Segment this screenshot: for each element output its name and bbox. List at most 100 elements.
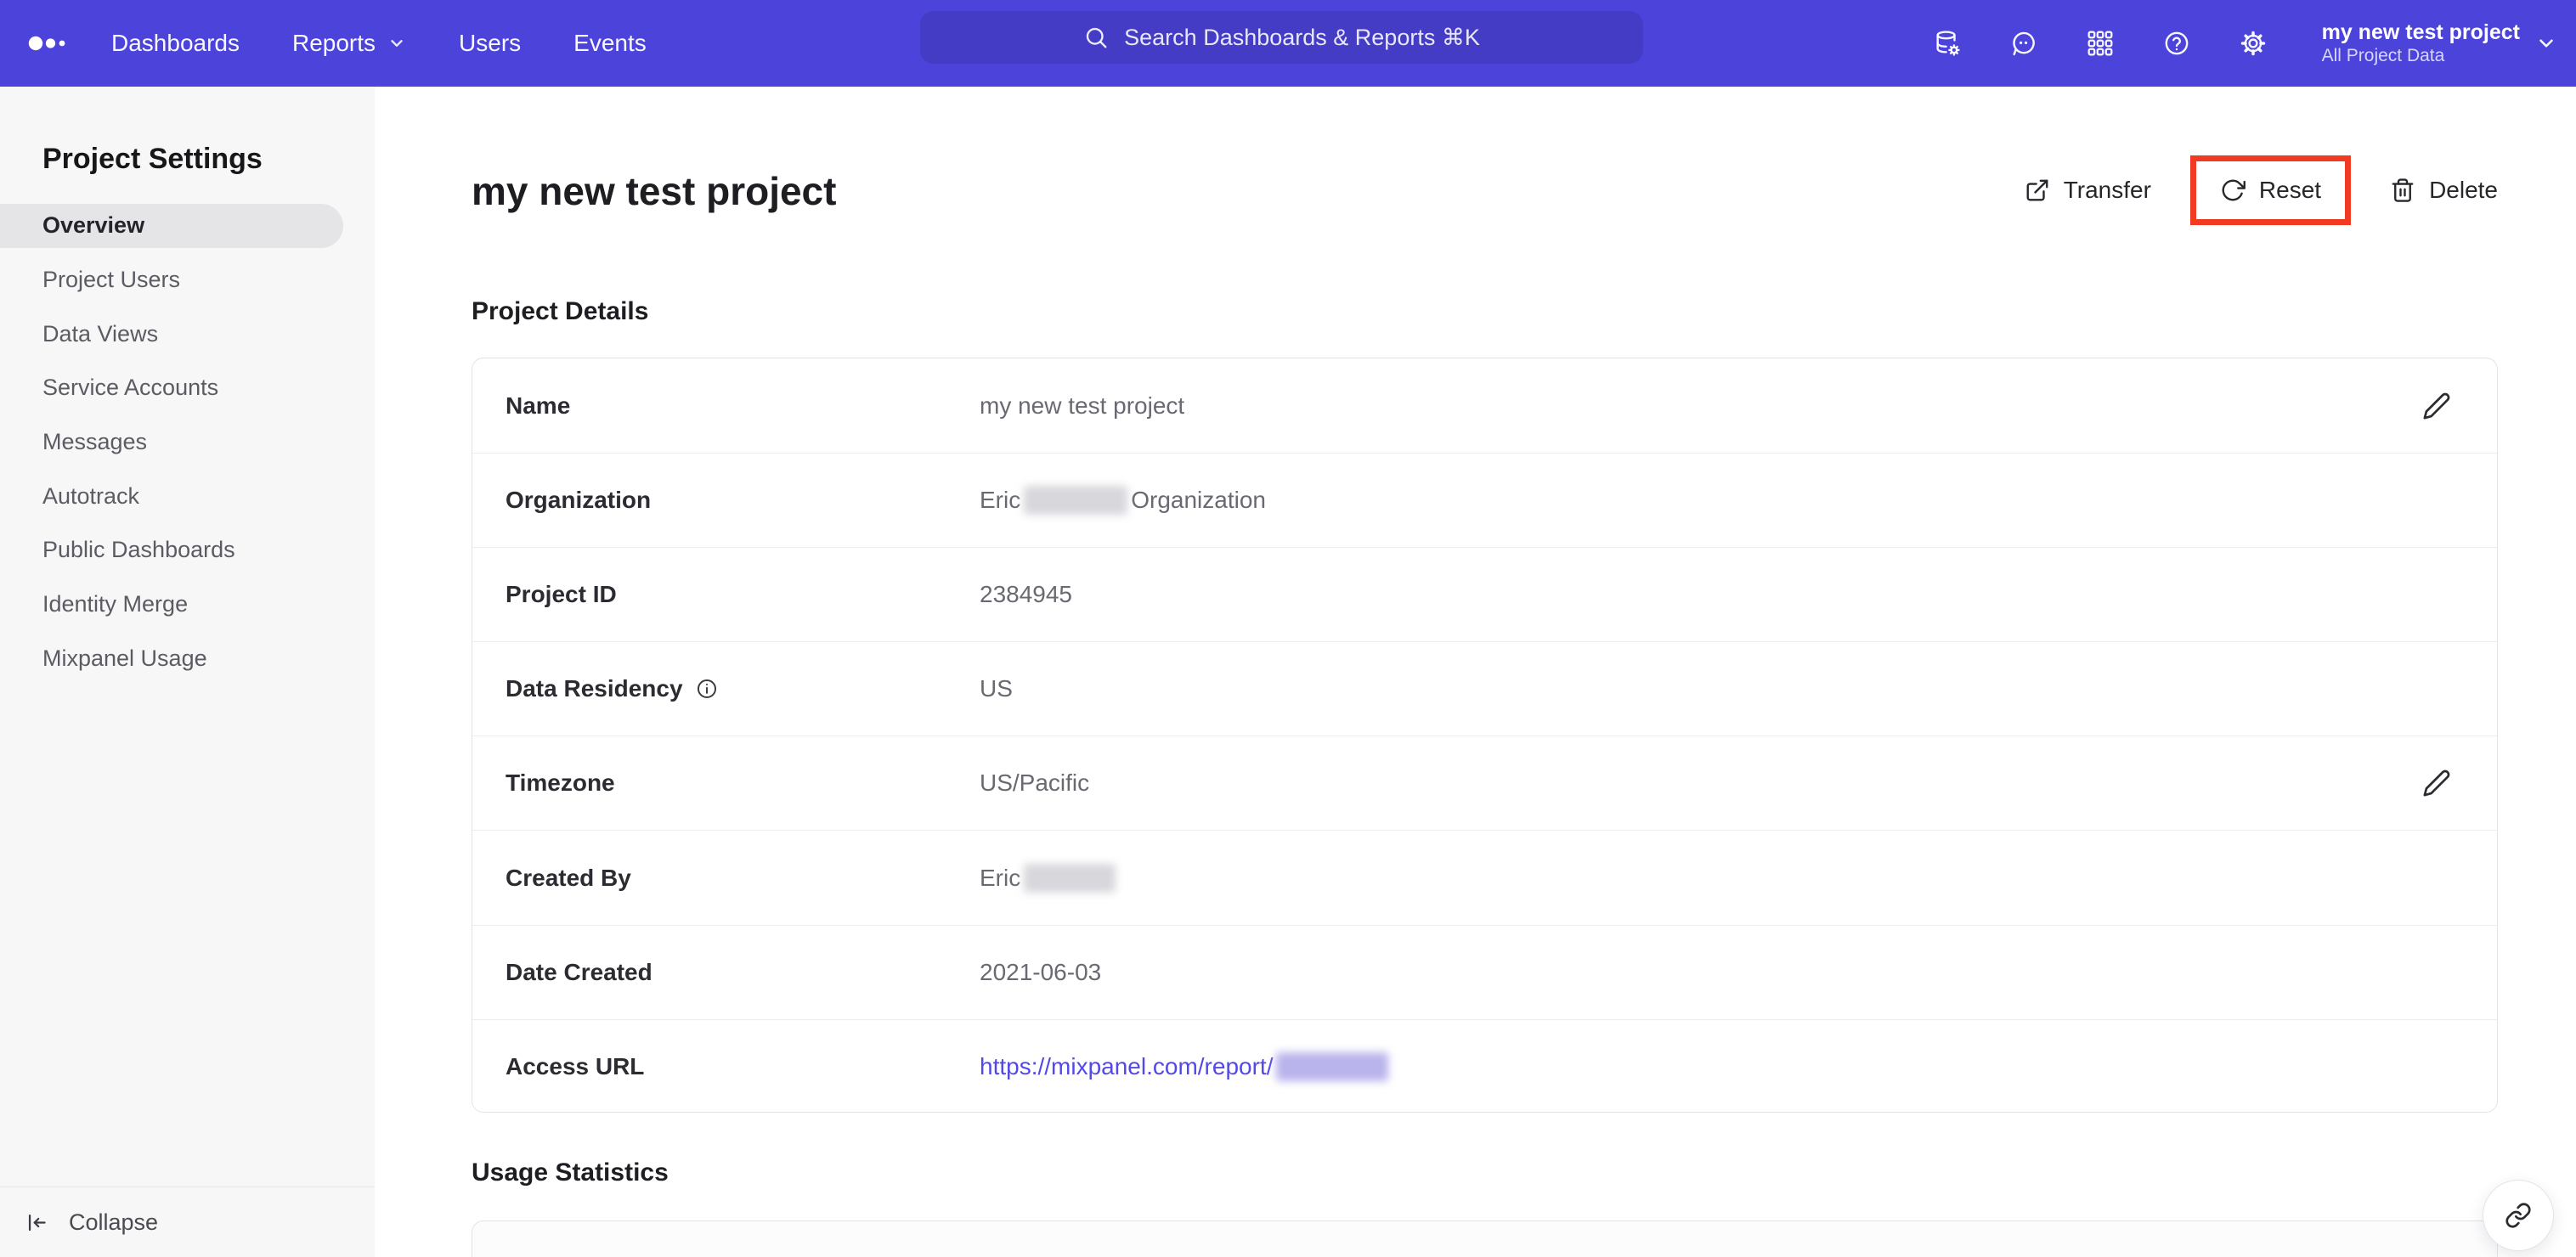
- row-value-text: Eric: [980, 487, 1021, 514]
- help-icon[interactable]: [2162, 29, 2191, 58]
- project-switcher-scope: All Project Data: [2321, 46, 2445, 66]
- row-label: Data Residency: [506, 675, 980, 702]
- sidebar-item-identity-merge[interactable]: Identity Merge: [0, 578, 375, 632]
- row-value-text: US/Pacific: [980, 769, 1090, 797]
- settings-icon[interactable]: [2239, 29, 2268, 58]
- project-switcher-name: my new test project: [2321, 20, 2520, 45]
- row-value-text: Eric: [980, 864, 1021, 891]
- sidebar-item-public-dashboards[interactable]: Public Dashboards: [0, 523, 375, 578]
- nav-item-dashboards[interactable]: Dashboards: [111, 30, 240, 57]
- row-value: 2384945: [980, 581, 2451, 608]
- row-value-text: US: [980, 675, 1013, 702]
- sidebar-item-service-accounts[interactable]: Service Accounts: [0, 361, 375, 415]
- redacted-text: [1024, 486, 1128, 516]
- sidebar-item-label: Messages: [42, 429, 148, 455]
- external-link-icon: [2025, 178, 2050, 203]
- sidebar-nav: Overview Project Users Data Views Servic…: [0, 199, 375, 685]
- row-label: Created By: [506, 865, 980, 892]
- data-management-icon[interactable]: [1933, 29, 1962, 58]
- nav-item-users[interactable]: Users: [459, 30, 521, 57]
- settings-sidebar: Project Settings Overview Project Users …: [0, 87, 375, 1257]
- sidebar-title: Project Settings: [42, 143, 263, 175]
- chevron-down-icon: [387, 34, 406, 53]
- project-switcher[interactable]: my new test project All Project Data: [2322, 20, 2557, 66]
- collapse-icon: [25, 1211, 48, 1234]
- row-label-text: Project ID: [506, 581, 617, 608]
- reset-annotation-highlight: Reset: [2189, 155, 2352, 225]
- redacted-text: [1276, 1051, 1389, 1081]
- sidebar-item-project-users[interactable]: Project Users: [0, 253, 375, 307]
- sidebar-item-label: Autotrack: [42, 482, 140, 509]
- row-label-text: Access URL: [506, 1052, 645, 1079]
- usage-statistics-card: [472, 1220, 2498, 1257]
- table-row-organization: Organization Eric Organization: [472, 453, 2497, 547]
- sidebar-item-autotrack[interactable]: Autotrack: [0, 469, 375, 523]
- project-details-card: Name my new test project Organization Er…: [472, 358, 2498, 1113]
- table-row-name: Name my new test project: [472, 358, 2497, 453]
- row-value: my new test project: [980, 392, 2422, 420]
- sidebar-collapse-button[interactable]: Collapse: [0, 1187, 375, 1257]
- sidebar-item-label: Service Accounts: [42, 375, 219, 401]
- section-title-usage-statistics: Usage Statistics: [472, 1158, 669, 1187]
- topnav-right: my new test project All Project Data: [1933, 0, 2557, 87]
- reset-label: Reset: [2258, 177, 2322, 203]
- copy-link-button[interactable]: [2483, 1180, 2554, 1251]
- link-icon: [2505, 1202, 2532, 1229]
- sidebar-item-label: Public Dashboards: [42, 537, 235, 563]
- search-input[interactable]: Search Dashboards & Reports ⌘K: [920, 11, 1643, 64]
- delete-button[interactable]: Delete: [2390, 177, 2498, 204]
- mixpanel-logo[interactable]: [25, 0, 80, 87]
- nav-item-label: Dashboards: [111, 30, 240, 56]
- project-actions: Transfer Reset Delete: [2025, 155, 2498, 226]
- apps-grid-icon[interactable]: [2086, 29, 2115, 58]
- info-icon[interactable]: [695, 677, 719, 701]
- table-row-date-created: Date Created 2021-06-03: [472, 924, 2497, 1019]
- page-title: my new test project: [472, 169, 837, 213]
- search-icon: [1083, 25, 1109, 50]
- feedback-icon[interactable]: [2009, 29, 2038, 58]
- table-row-created-by: Created By Eric: [472, 830, 2497, 924]
- row-label: Access URL: [506, 1053, 980, 1080]
- row-value-text: 2384945: [980, 581, 1073, 608]
- transfer-button[interactable]: Transfer: [2025, 177, 2151, 204]
- sidebar-item-overview[interactable]: Overview: [0, 199, 375, 253]
- refresh-icon: [2220, 178, 2246, 203]
- table-row-project-id: Project ID 2384945: [472, 547, 2497, 641]
- trash-icon: [2390, 178, 2415, 203]
- row-label-text: Name: [506, 392, 571, 419]
- sidebar-item-mixpanel-usage[interactable]: Mixpanel Usage: [0, 632, 375, 686]
- nav-item-events[interactable]: Events: [573, 30, 647, 57]
- row-label-text: Date Created: [506, 958, 652, 985]
- transfer-label: Transfer: [2063, 177, 2151, 203]
- row-value: Eric Organization: [980, 486, 2451, 516]
- edit-name-pencil-icon[interactable]: [2422, 392, 2451, 420]
- nav-item-reports[interactable]: Reports: [292, 30, 406, 57]
- sidebar-item-label: Overview: [42, 212, 145, 239]
- nav-item-label: Reports: [291, 30, 376, 56]
- table-row-data-residency: Data Residency US: [472, 641, 2497, 736]
- row-label-text: Organization: [506, 487, 652, 514]
- access-url-link[interactable]: https://mixpanel.com/report/: [980, 1053, 1273, 1080]
- row-value: US: [980, 675, 2451, 702]
- search-placeholder: Search Dashboards & Reports ⌘K: [1124, 24, 1480, 50]
- row-label-text: Data Residency: [506, 675, 683, 702]
- row-label: Project ID: [506, 581, 980, 608]
- row-label-text: Created By: [506, 864, 631, 891]
- edit-timezone-pencil-icon[interactable]: [2422, 769, 2451, 798]
- row-label: Date Created: [506, 959, 980, 986]
- sidebar-item-label: Mixpanel Usage: [42, 645, 207, 671]
- delete-label: Delete: [2429, 177, 2498, 203]
- sidebar-item-label: Project Users: [42, 267, 181, 293]
- row-value-text: my new test project: [980, 392, 1185, 419]
- sidebar-item-data-views[interactable]: Data Views: [0, 307, 375, 361]
- row-value: Eric: [980, 863, 2451, 893]
- row-label: Name: [506, 392, 980, 420]
- main-content: my new test project Transfer Reset Delet…: [375, 87, 2576, 1257]
- nav-item-label: Users: [459, 30, 522, 56]
- chevron-down-icon: [2535, 32, 2557, 54]
- reset-button[interactable]: Reset: [2220, 177, 2321, 204]
- row-value: https://mixpanel.com/report/: [980, 1051, 2451, 1081]
- sidebar-item-messages[interactable]: Messages: [0, 415, 375, 470]
- table-row-timezone: Timezone US/Pacific: [472, 736, 2497, 830]
- redacted-text: [1024, 863, 1116, 893]
